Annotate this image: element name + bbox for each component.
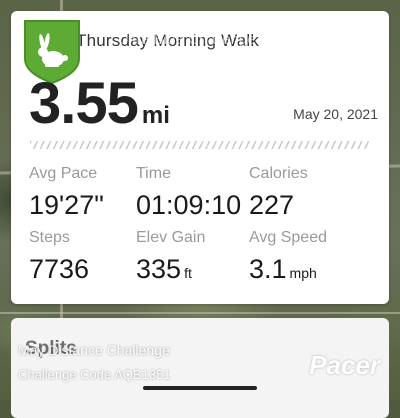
- home-indicator[interactable]: [143, 386, 257, 390]
- avg-speed-label: Avg Speed: [249, 229, 327, 246]
- challenge-name: May Distance Challenge: [18, 342, 170, 358]
- avg-pace-value: 19'27": [29, 190, 104, 220]
- challenge-code: Challenge Code AQB1351: [18, 367, 171, 382]
- map-road: [0, 312, 400, 314]
- dashed-divider: [30, 141, 370, 149]
- overlay-challenge-distance: 50 km: [97, 56, 134, 71]
- activity-date: May 20, 2021: [293, 106, 378, 122]
- steps-value: 7736: [29, 254, 90, 284]
- calories-label: Calories: [249, 165, 308, 182]
- avg-pace-label: Avg Pace: [29, 165, 98, 182]
- distance-display: 3.55 mi: [29, 70, 170, 137]
- distance-unit: mi: [141, 102, 170, 129]
- avg-speed-display: 3.1 mph: [249, 254, 317, 285]
- time-value: 01:09:10: [136, 190, 242, 220]
- pacer-logo: Pacer: [309, 350, 380, 380]
- elev-gain-unit: ft: [184, 265, 192, 281]
- steps-label: Steps: [29, 229, 70, 246]
- avg-speed-value: 3.1: [249, 254, 287, 284]
- elev-gain-value: 335: [136, 254, 182, 284]
- time-label: Time: [136, 165, 171, 182]
- elev-gain-label: Elev Gain: [136, 229, 206, 246]
- avg-speed-unit: mph: [289, 265, 317, 281]
- distance-value: 3.55: [29, 71, 139, 136]
- calories-value: 227: [249, 190, 295, 220]
- overlay-challenge-title: Ultra Blue Challenge: [118, 31, 256, 48]
- elev-gain-display: 335 ft: [136, 254, 192, 285]
